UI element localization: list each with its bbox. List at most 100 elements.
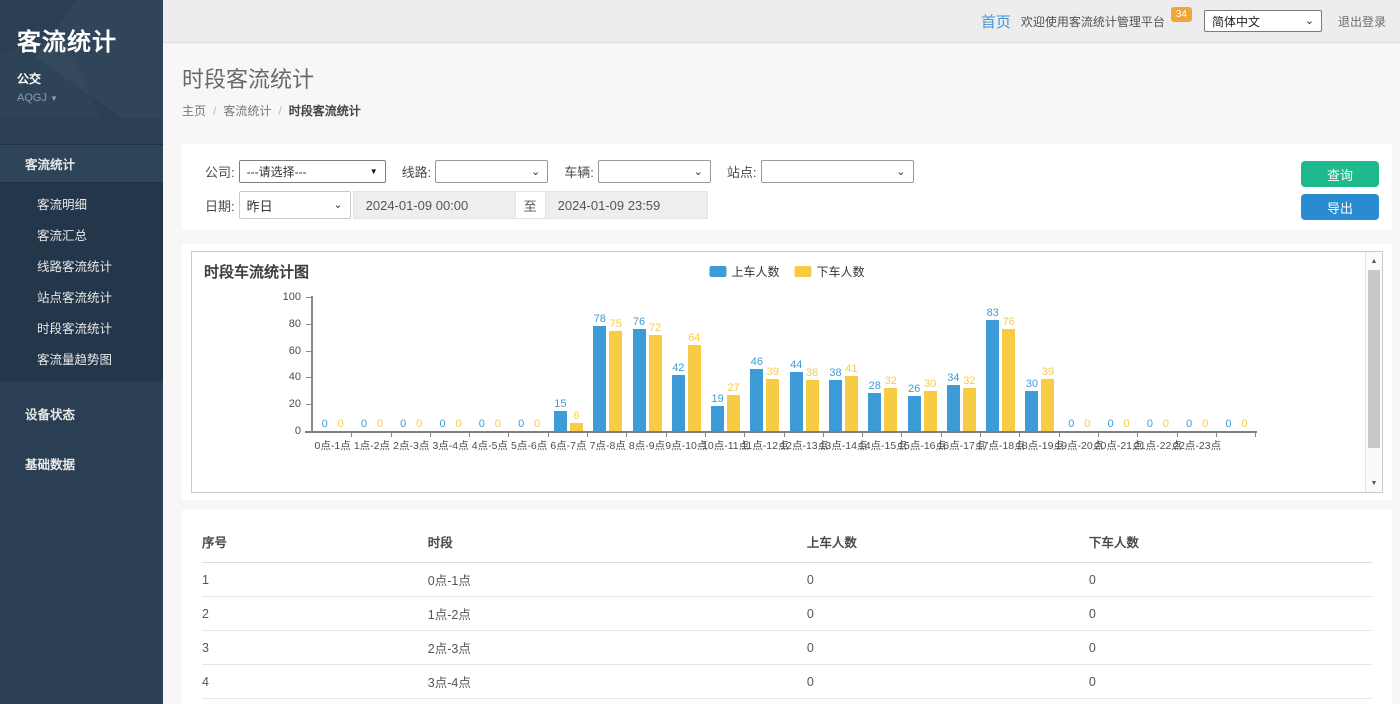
bar-value-label: 30 (924, 378, 936, 390)
x-axis-label: 22点-23点 (1173, 438, 1221, 453)
sidebar-section-base-data[interactable]: 基础数据 (0, 445, 163, 482)
query-button[interactable]: 查询 (1301, 161, 1379, 187)
data-table-panel: 序号时段上车人数下车人数 10点-1点0021点-2点0032点-3点0043点… (182, 510, 1392, 704)
chart-category: 343216点-17点 (942, 297, 981, 431)
sidebar-item[interactable]: 时段客流统计 (0, 312, 163, 343)
scroll-up-icon[interactable]: ▲ (1366, 253, 1382, 269)
legend-item[interactable]: 上车人数 (709, 263, 779, 280)
date-end-input[interactable]: 2024-01-09 23:59 (545, 191, 708, 219)
x-axis-label: 1点-2点 (354, 438, 390, 453)
bar-value-label: 41 (845, 363, 857, 375)
date-to-label: 至 (516, 191, 545, 219)
sidebar-section-passenger-stats[interactable]: 客流统计 (0, 144, 163, 183)
notification-badge[interactable]: 34 (1171, 7, 1192, 22)
breadcrumb-link[interactable]: 客流统计 (223, 102, 271, 119)
table-cell: 0 (1089, 665, 1372, 699)
chart-category: 000点-1点 (313, 297, 352, 431)
bar-alighting: 41 (845, 376, 858, 431)
table-column-header: 上车人数 (807, 522, 1089, 563)
legend-item[interactable]: 下车人数 (795, 263, 865, 280)
x-axis-tick (391, 433, 392, 437)
x-axis-label: 8点-9点 (629, 438, 665, 453)
data-table: 序号时段上车人数下车人数 10点-1点0021点-2点0032点-3点0043点… (202, 522, 1372, 704)
x-axis-tick (901, 433, 902, 437)
y-axis-tick-label: 80 (289, 318, 301, 330)
sidebar-item[interactable]: 线路客流统计 (0, 250, 163, 281)
table-cell: 0点-1点 (428, 563, 807, 597)
table-cell: 0 (807, 665, 1089, 699)
date-preset-select[interactable]: 昨日 ⌄ (239, 191, 351, 219)
sidebar-item[interactable]: 客流明细 (0, 188, 163, 219)
sidebar-item[interactable]: 站点客流统计 (0, 281, 163, 312)
breadcrumb-link[interactable]: 主页 (182, 102, 206, 119)
bar-value-label: 0 (322, 418, 328, 430)
bar-boarding: 83 (986, 320, 999, 431)
scrollbar-thumb[interactable] (1368, 270, 1380, 448)
bar-value-label: 0 (400, 418, 406, 430)
vehicle-select[interactable]: ⌄ (598, 160, 711, 183)
bar-alighting: 27 (727, 395, 740, 431)
table-row: 32点-3点00 (202, 631, 1372, 665)
export-button[interactable]: 导出 (1301, 194, 1379, 220)
date-start-input[interactable]: 2024-01-09 00:00 (353, 191, 516, 219)
filter-panel: 公司: ---请选择--- ▼ 线路: ⌄ 车辆: ⌄ (182, 144, 1392, 230)
user-name: AQGJ (17, 92, 47, 104)
main-content: 时段客流统计 主页/客流统计/时段客流统计 公司: ---请选择--- ▼ 线路… (163, 43, 1400, 704)
bar-boarding: 15 (554, 411, 567, 431)
sidebar-item[interactable]: 客流汇总 (0, 219, 163, 250)
logout-link[interactable]: 退出登录 (1338, 13, 1386, 30)
app-logo: 客流统计 (17, 22, 163, 57)
x-axis-tick (941, 433, 942, 437)
table-cell: 0 (807, 597, 1089, 631)
chart-x-axis-line (305, 431, 1257, 433)
language-select[interactable]: 简体中文 ⌄ (1204, 10, 1322, 32)
company-select[interactable]: ---请选择--- ▼ (239, 160, 386, 183)
chart-category: 384113点-14点 (824, 297, 863, 431)
sidebar-submenu: 客流明细客流汇总线路客流统计站点客流统计时段客流统计客流量趋势图 (0, 183, 163, 382)
bar-value-label: 75 (610, 318, 622, 330)
chart-container: 时段车流统计图 上车人数下车人数 020406080100 000点-1点001… (191, 251, 1383, 493)
chart-category: 42649点-10点 (667, 297, 706, 431)
x-axis-label: 5点-6点 (511, 438, 547, 453)
legend-label: 下车人数 (817, 263, 865, 280)
table-column-header: 时段 (428, 522, 807, 563)
table-cell: 0 (807, 699, 1089, 704)
bar-value-label: 15 (554, 398, 566, 410)
bar-boarding: 28 (868, 393, 881, 431)
table-row: 54点-5点00 (202, 699, 1372, 704)
page-title: 时段客流统计 (182, 62, 1392, 94)
x-axis-label: 2点-3点 (393, 438, 429, 453)
bar-value-label: 44 (790, 359, 802, 371)
bar-value-label: 34 (947, 372, 959, 384)
company-filter: 公司: ---请选择--- ▼ (205, 160, 386, 183)
x-axis-label: 6点-7点 (550, 438, 586, 453)
bar-boarding: 38 (829, 380, 842, 431)
sidebar-item[interactable]: 客流量趋势图 (0, 343, 163, 374)
bar-value-label: 72 (649, 322, 661, 334)
bar-value-label: 32 (885, 375, 897, 387)
home-link[interactable]: 首页 (981, 11, 1011, 32)
chart-category: 283214点-15点 (863, 297, 902, 431)
line-label: 线路: (402, 162, 432, 181)
x-axis-tick (469, 433, 470, 437)
line-select[interactable]: ⌄ (435, 160, 548, 183)
scroll-down-icon[interactable]: ▼ (1366, 475, 1382, 491)
chart-category: 001点-2点 (352, 297, 391, 431)
chevron-down-icon: ⌄ (896, 168, 905, 176)
chart-plot-area: 000点-1点001点-2点002点-3点003点-4点004点-5点005点-… (313, 297, 1256, 431)
bar-boarding: 46 (750, 369, 763, 431)
x-axis-tick (744, 433, 745, 437)
sidebar-section-device-status[interactable]: 设备状态 (0, 395, 163, 432)
bar-value-label: 78 (594, 313, 606, 325)
station-select[interactable]: ⌄ (761, 160, 914, 183)
bar-alighting: 38 (806, 380, 819, 431)
station-label: 站点: (727, 162, 757, 181)
bar-value-label: 0 (1202, 418, 1208, 430)
bar-value-label: 0 (1147, 418, 1153, 430)
x-axis-tick (823, 433, 824, 437)
bar-alighting: 39 (1041, 379, 1054, 431)
table-cell: 5 (202, 699, 428, 704)
chart-category: 78757点-8点 (588, 297, 627, 431)
bar-value-label: 0 (361, 418, 367, 430)
user-menu[interactable]: AQGJ▼ (17, 92, 163, 104)
